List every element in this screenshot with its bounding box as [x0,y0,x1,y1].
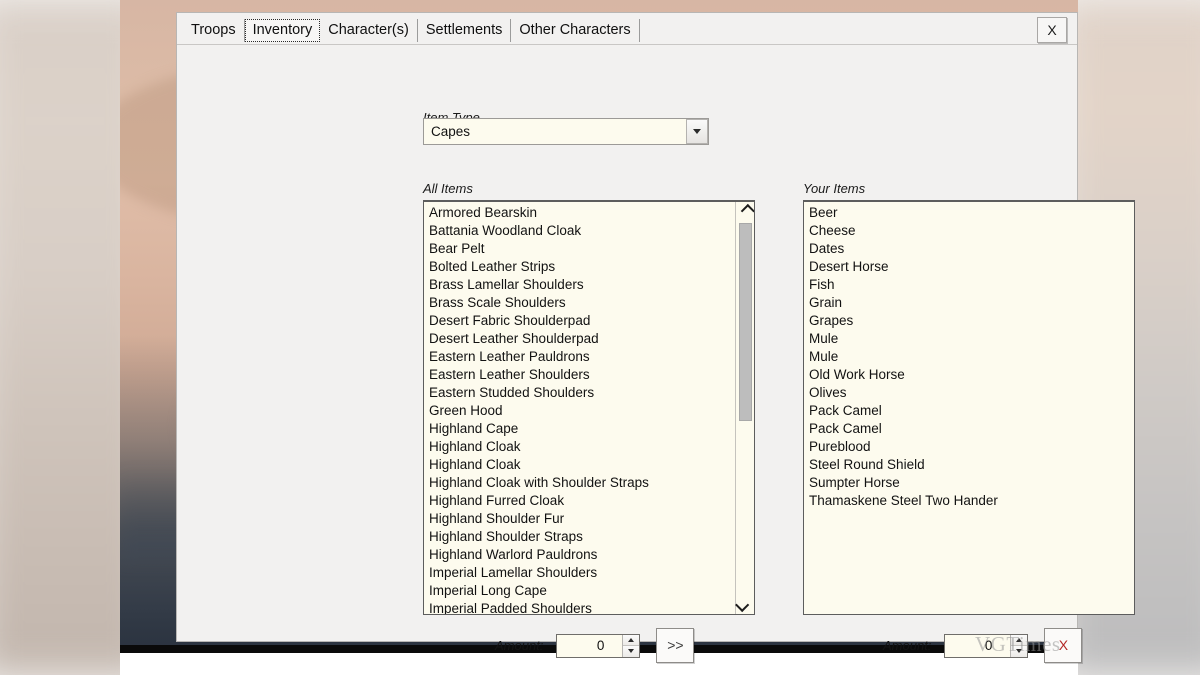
list-item[interactable]: Armored Bearskin [424,204,734,222]
item-type-select[interactable]: Capes [423,118,709,145]
list-item[interactable]: Battania Woodland Cloak [424,222,734,240]
list-item[interactable]: Highland Warlord Pauldrons [424,546,734,564]
list-item[interactable]: Dates [804,240,1134,258]
your-items-label: Your Items [803,181,865,196]
list-item[interactable]: Highland Shoulder Fur [424,510,734,528]
list-item[interactable]: Imperial Lamellar Shoulders [424,564,734,582]
list-item[interactable]: Desert Horse [804,258,1134,276]
chevron-down-icon[interactable] [686,119,708,144]
list-item[interactable]: Bear Pelt [424,240,734,258]
remove-controls: Amount: 0 X [883,628,1082,663]
list-item[interactable]: Imperial Long Cape [424,582,734,600]
tab-troops[interactable]: Troops [183,19,245,42]
remove-amount-decrement-icon[interactable] [1011,646,1027,657]
your-items-list[interactable]: BeerCheeseDatesDesert HorseFishGrainGrap… [804,202,1134,614]
list-item[interactable]: Grapes [804,312,1134,330]
close-button[interactable]: X [1037,17,1067,43]
list-item[interactable]: Highland Cloak [424,456,734,474]
list-item[interactable]: Old Work Horse [804,366,1134,384]
list-item[interactable]: Pack Camel [804,420,1134,438]
transfer-button[interactable]: >> [656,628,694,663]
list-item[interactable]: Pack Camel [804,402,1134,420]
tab-settlements[interactable]: Settlements [418,19,512,42]
remove-amount-stepper[interactable]: 0 [944,634,1028,658]
list-item[interactable]: Desert Fabric Shoulderpad [424,312,734,330]
list-item[interactable]: Pureblood [804,438,1134,456]
list-item[interactable]: Green Hood [424,402,734,420]
remove-button[interactable]: X [1044,628,1082,663]
transfer-amount-label: Amount: [495,638,543,653]
scroll-up-icon[interactable] [736,202,754,220]
scroll-down-icon[interactable] [736,596,754,614]
list-item[interactable]: Eastern Studded Shoulders [424,384,734,402]
list-item[interactable]: Eastern Leather Pauldrons [424,348,734,366]
transfer-amount-value[interactable]: 0 [557,635,622,657]
list-item[interactable]: Grain [804,294,1134,312]
transfer-amount-stepper[interactable]: 0 [556,634,640,658]
list-item[interactable]: Olives [804,384,1134,402]
inventory-dialog: TroopsInventoryCharacter(s)SettlementsOt… [176,12,1078,642]
item-type-selected-value: Capes [424,124,686,139]
all-items-list[interactable]: Armored BearskinBattania Woodland CloakB… [424,202,734,614]
your-items-listbox[interactable]: BeerCheeseDatesDesert HorseFishGrainGrap… [803,200,1135,615]
tab-other-characters[interactable]: Other Characters [511,19,639,42]
screen-root: TroopsInventoryCharacter(s)SettlementsOt… [0,0,1200,675]
list-item[interactable]: Brass Scale Shoulders [424,294,734,312]
list-item[interactable]: Mule [804,330,1134,348]
list-item[interactable]: Steel Round Shield [804,456,1134,474]
list-item[interactable]: Highland Cloak with Shoulder Straps [424,474,734,492]
list-item[interactable]: Mule [804,348,1134,366]
list-item[interactable]: Imperial Padded Shoulders [424,600,734,614]
list-item[interactable]: Beer [804,204,1134,222]
scrollbar-thumb[interactable] [739,223,752,421]
list-item[interactable]: Cheese [804,222,1134,240]
list-item[interactable]: Bolted Leather Strips [424,258,734,276]
all-items-scrollbar[interactable] [735,202,754,614]
list-item[interactable]: Highland Furred Cloak [424,492,734,510]
list-item[interactable]: Sumpter Horse [804,474,1134,492]
remove-amount-label: Amount: [883,638,931,653]
all-items-listbox[interactable]: Armored BearskinBattania Woodland CloakB… [423,200,755,615]
all-items-label: All Items [423,181,473,196]
list-item[interactable]: Fish [804,276,1134,294]
list-item[interactable]: Highland Cape [424,420,734,438]
tab-character-s[interactable]: Character(s) [320,19,418,42]
tab-inventory[interactable]: Inventory [245,19,321,42]
list-item[interactable]: Thamaskene Steel Two Hander [804,492,1134,510]
list-item[interactable]: Desert Leather Shoulderpad [424,330,734,348]
list-item[interactable]: Eastern Leather Shoulders [424,366,734,384]
list-item[interactable]: Highland Shoulder Straps [424,528,734,546]
transfer-amount-increment-icon[interactable] [623,635,639,647]
dialog-body: Item Type Capes All Items Armored Bearsk… [177,45,1077,642]
list-item[interactable]: Highland Cloak [424,438,734,456]
transfer-controls: Amount: 0 >> [495,628,694,663]
tab-bar: TroopsInventoryCharacter(s)SettlementsOt… [177,13,1077,45]
transfer-amount-decrement-icon[interactable] [623,646,639,657]
remove-amount-value[interactable]: 0 [945,635,1010,657]
list-item[interactable]: Brass Lamellar Shoulders [424,276,734,294]
remove-amount-increment-icon[interactable] [1011,635,1027,647]
